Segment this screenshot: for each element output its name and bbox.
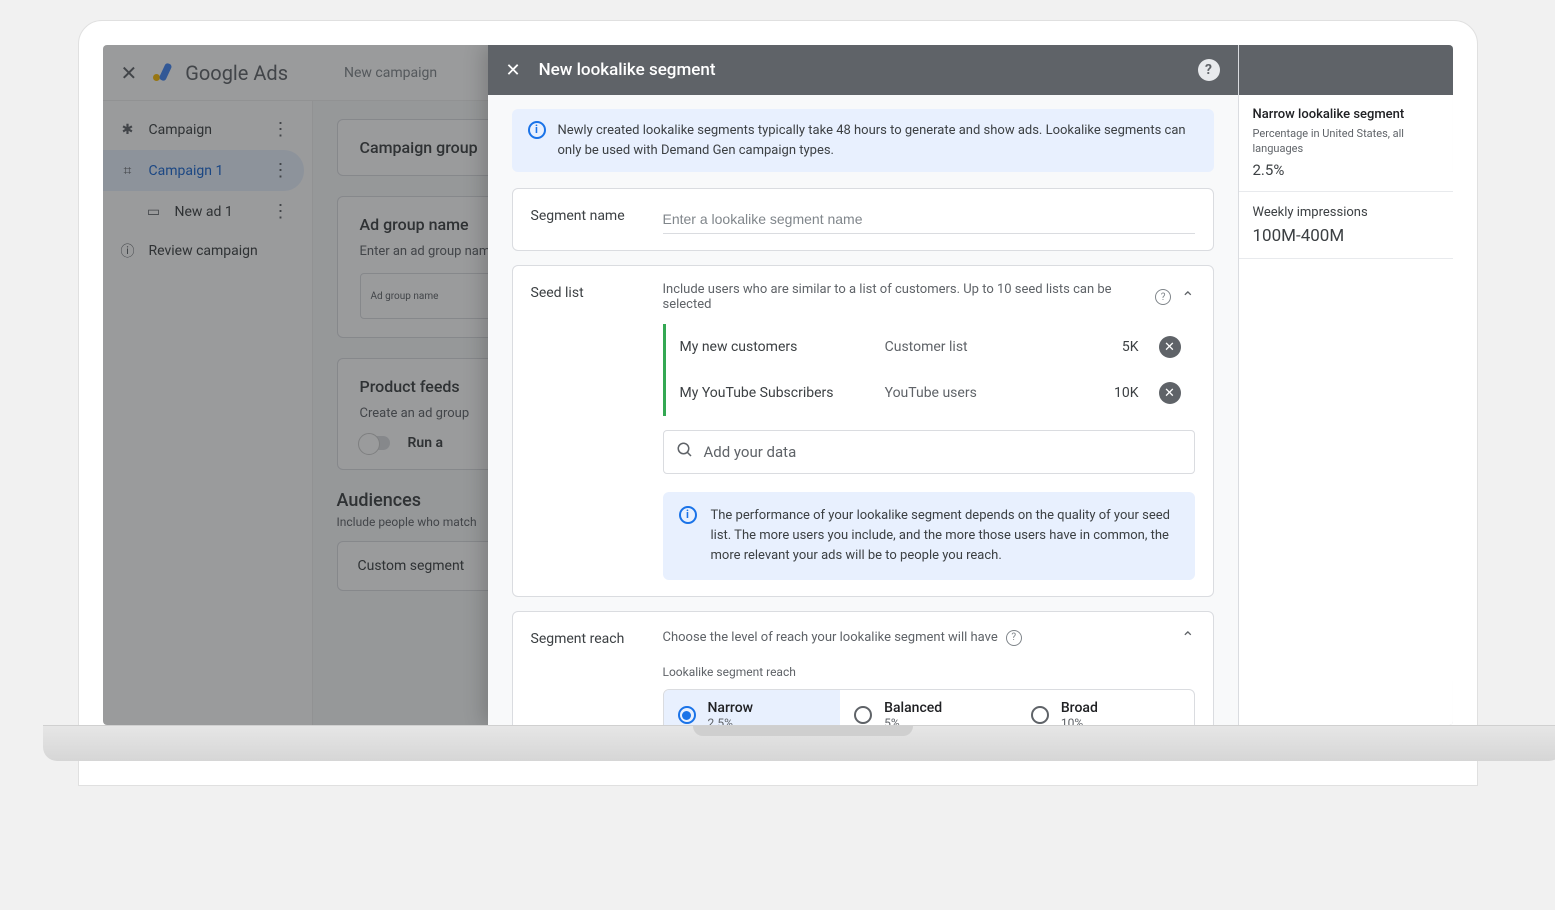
- chevron-up-icon[interactable]: ⌃: [1181, 628, 1194, 647]
- seed-count: 10K: [1065, 385, 1138, 401]
- seed-type: YouTube users: [885, 385, 1056, 401]
- summary-impressions: Weekly impressions 100M-400M: [1239, 192, 1453, 259]
- seed-type: Customer list: [885, 339, 1056, 355]
- help-icon[interactable]: ?: [1155, 289, 1171, 305]
- help-icon[interactable]: ?: [1198, 59, 1220, 81]
- add-data-search[interactable]: Add your data: [663, 430, 1195, 474]
- seed-list: My new customers Customer list 5K ✕ My Y…: [663, 324, 1195, 416]
- option-pct: 10%: [1061, 716, 1098, 725]
- close-icon[interactable]: ✕: [506, 60, 521, 81]
- reach-desc: Choose the level of reach your lookalike…: [663, 630, 998, 645]
- impressions-title: Weekly impressions: [1253, 204, 1439, 222]
- option-title: Narrow: [708, 700, 754, 716]
- reach-sublabel: Lookalike segment reach: [663, 665, 1195, 679]
- info-text: Newly created lookalike segments typical…: [558, 121, 1198, 160]
- drawer-title: New lookalike segment: [539, 60, 716, 80]
- segment-name-label: Segment name: [531, 205, 641, 234]
- seed-count: 5K: [1065, 339, 1138, 355]
- seed-name: My YouTube Subscribers: [680, 385, 875, 401]
- remove-seed-icon[interactable]: ✕: [1159, 382, 1181, 404]
- lookalike-drawer: ✕ New lookalike segment ? i Newly create…: [488, 45, 1453, 725]
- chevron-up-icon[interactable]: ⌃: [1181, 288, 1194, 307]
- radio-icon: [1031, 706, 1049, 724]
- seed-list-card: Seed list Include users who are similar …: [512, 265, 1214, 597]
- search-placeholder: Add your data: [704, 443, 797, 461]
- segment-name-card: Segment name: [512, 188, 1214, 251]
- info-banner: i Newly created lookalike segments typic…: [512, 109, 1214, 172]
- segment-name-input[interactable]: [663, 205, 1195, 234]
- seed-desc: Include users who are similar to a list …: [663, 282, 1146, 312]
- impressions-value: 100M-400M: [1253, 226, 1439, 246]
- option-title: Balanced: [884, 700, 942, 716]
- seed-name: My new customers: [680, 339, 875, 355]
- radio-icon: [854, 706, 872, 724]
- laptop-base: [43, 725, 1555, 761]
- summary-value: 2.5%: [1253, 161, 1439, 179]
- reach-option-narrow[interactable]: Narrow 2.5%: [664, 690, 841, 725]
- reach-options: Narrow 2.5% Balanced 5%: [663, 689, 1195, 725]
- info-icon: i: [528, 121, 546, 139]
- tip-text: The performance of your lookalike segmen…: [711, 506, 1179, 566]
- drawer-summary: Narrow lookalike segment Percentage in U…: [1238, 45, 1453, 725]
- radio-icon: [678, 706, 696, 724]
- segment-reach-card: Segment reach Choose the level of reach …: [512, 611, 1214, 725]
- info-icon: i: [679, 506, 697, 524]
- summary-sub: Percentage in United States, all languag…: [1253, 126, 1439, 157]
- seed-list-label: Seed list: [531, 282, 641, 580]
- seed-list-item: My YouTube Subscribers YouTube users 10K…: [666, 370, 1195, 416]
- seed-tip: i The performance of your lookalike segm…: [663, 492, 1195, 580]
- app-viewport: ✕ Google Ads New campaign ✱Campaign ⋮ ⌗C…: [103, 45, 1453, 725]
- remove-seed-icon[interactable]: ✕: [1159, 336, 1181, 358]
- option-pct: 2.5%: [708, 716, 754, 725]
- reach-option-broad[interactable]: Broad 10%: [1017, 690, 1194, 725]
- option-pct: 5%: [884, 716, 942, 725]
- search-icon: [676, 441, 694, 463]
- drawer-header: ✕ New lookalike segment ?: [488, 45, 1238, 95]
- summary-title: Narrow lookalike segment: [1253, 107, 1439, 122]
- summary-narrow: Narrow lookalike segment Percentage in U…: [1239, 95, 1453, 192]
- reach-option-balanced[interactable]: Balanced 5%: [840, 690, 1017, 725]
- reach-label: Segment reach: [531, 628, 641, 725]
- laptop-frame: ✕ Google Ads New campaign ✱Campaign ⋮ ⌗C…: [78, 20, 1478, 786]
- help-icon[interactable]: ?: [1006, 630, 1022, 646]
- option-title: Broad: [1061, 700, 1098, 716]
- seed-list-item: My new customers Customer list 5K ✕: [666, 324, 1195, 370]
